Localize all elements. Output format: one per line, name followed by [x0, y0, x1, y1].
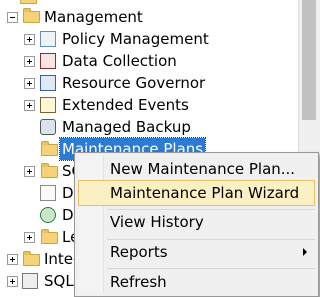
context-menu: New Maintenance Plan... Maintenance Plan… [74, 152, 319, 297]
expand-icon[interactable] [24, 56, 35, 67]
folder-icon [41, 229, 58, 244]
tree-node-label: Managed Backup [62, 118, 191, 136]
managed-backup-icon [40, 119, 56, 135]
tree-node-management[interactable]: Management [0, 6, 200, 28]
dtc-icon [40, 207, 56, 223]
expand-icon[interactable] [7, 254, 18, 265]
menu-item-label: Refresh [110, 273, 167, 291]
menu-item-label: Maintenance Plan Wizard [110, 184, 300, 202]
tree-node-extended-events[interactable]: Extended Events [0, 94, 240, 116]
data-collection-icon [40, 53, 56, 69]
tree-node-label: D [62, 206, 74, 224]
folder-icon [23, 251, 40, 266]
menu-item-refresh[interactable]: Refresh [78, 269, 315, 295]
menu-item-label: View History [110, 213, 204, 231]
extended-events-icon [40, 97, 56, 113]
folder-icon [41, 163, 58, 178]
submenu-arrow-icon [303, 248, 307, 256]
menu-item-label: New Maintenance Plan... [110, 160, 296, 178]
tree-node-label: Management [44, 8, 143, 26]
tree-node-data-collection[interactable]: Data Collection [0, 50, 240, 72]
sql-agent-icon [22, 273, 38, 289]
tree-node-label: Data Collection [62, 52, 177, 70]
tree-node-resource-governor[interactable]: Resource Governor [0, 72, 240, 94]
expand-icon[interactable] [24, 78, 35, 89]
tree-node-managed-backup[interactable]: Managed Backup [0, 116, 240, 138]
expand-icon[interactable] [7, 276, 18, 287]
menu-item-label: Reports [110, 243, 168, 261]
tree-node-label: Policy Management [62, 30, 209, 48]
tree-node-label: Resource Governor [62, 74, 206, 92]
resource-governor-icon [40, 75, 56, 91]
menu-item-view-history[interactable]: View History [78, 209, 315, 235]
expand-icon[interactable] [24, 232, 35, 243]
tree-node-label: Extended Events [62, 96, 189, 114]
folder-icon [41, 141, 58, 156]
policy-icon [40, 31, 56, 47]
tree-node-label: SQL [44, 272, 74, 290]
expand-icon[interactable] [24, 34, 35, 45]
expand-icon[interactable] [24, 166, 35, 177]
folder-icon [23, 8, 40, 23]
scrollbar-thumb[interactable] [302, 0, 316, 120]
tree-node-label: D [62, 184, 74, 202]
expand-icon[interactable] [24, 100, 35, 111]
database-mail-icon [40, 185, 56, 201]
folder-icon [20, 0, 37, 4]
menu-item-maintenance-plan-wizard[interactable]: Maintenance Plan Wizard [78, 180, 315, 206]
collapse-icon[interactable] [7, 12, 18, 23]
menu-item-new-maintenance-plan[interactable]: New Maintenance Plan... [78, 156, 315, 182]
menu-item-reports[interactable]: Reports [78, 239, 315, 265]
tree-node-policy-management[interactable]: Policy Management [0, 28, 240, 50]
